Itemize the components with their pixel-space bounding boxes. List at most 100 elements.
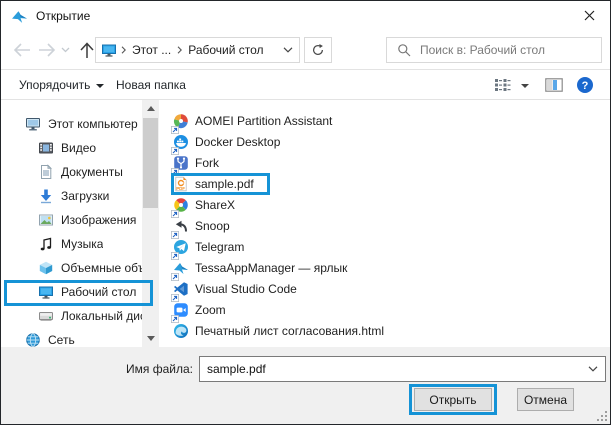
shortcut-arrow-icon xyxy=(171,249,179,257)
scrollbar-thumb[interactable] xyxy=(143,118,158,208)
sidebar-item-локальный-диск[interactable]: Локальный диск xyxy=(1,304,142,328)
title-bar: Открытие xyxy=(1,1,610,31)
chevron-down-icon[interactable] xyxy=(277,47,299,53)
shortcut-arrow-icon xyxy=(171,291,179,299)
file-item-tessaappmanager-ярлык[interactable]: TessaAppManager — ярлык xyxy=(171,257,353,278)
open-button[interactable]: Открыть xyxy=(414,388,492,411)
sidebar-item-изображения[interactable]: Изображения xyxy=(1,208,142,232)
documents-icon xyxy=(38,164,54,180)
chevron-down-icon[interactable] xyxy=(514,70,530,99)
sidebar-item-загрузки[interactable]: Загрузки xyxy=(1,184,142,208)
organize-label: Упорядочить xyxy=(19,78,90,92)
sidebar-item-label: Сеть xyxy=(48,333,75,347)
chevron-down-icon[interactable] xyxy=(581,366,605,372)
pictures-icon xyxy=(38,212,54,228)
sharex-icon xyxy=(173,197,189,213)
aomei-icon xyxy=(173,113,189,129)
arrow-up-icon[interactable] xyxy=(77,40,97,60)
file-item-telegram[interactable]: Telegram xyxy=(171,236,250,257)
file-item-snoop[interactable]: Snoop xyxy=(171,215,236,236)
search-input[interactable] xyxy=(420,43,601,57)
help-icon[interactable]: ? xyxy=(573,70,597,99)
file-item-печатный-лист-согласования-html[interactable]: Печатный лист согласования.html xyxy=(171,320,390,341)
sidebar-item-видео[interactable]: Видео xyxy=(1,136,142,160)
triangle-down-icon[interactable] xyxy=(142,330,159,347)
chevron-down-icon[interactable] xyxy=(59,40,71,60)
file-item-docker-desktop[interactable]: Docker Desktop xyxy=(171,131,286,152)
preview-pane-icon[interactable] xyxy=(542,70,566,99)
file-item-visual-studio-code[interactable]: Visual Studio Code xyxy=(171,278,303,299)
breadcrumb[interactable]: Этот ... Рабочий стол xyxy=(95,37,300,63)
sidebar-item-label: Объемные объекты xyxy=(61,261,142,275)
filename-input[interactable] xyxy=(200,362,581,376)
chevron-down-icon xyxy=(96,84,104,88)
sidebar-item-label: Видео xyxy=(61,141,96,155)
desktop-icon xyxy=(101,42,117,58)
shortcut-arrow-icon xyxy=(171,270,179,278)
window-title: Открытие xyxy=(36,9,90,23)
svg-text:?: ? xyxy=(582,80,589,92)
search-box xyxy=(386,37,602,63)
resize-grip[interactable] xyxy=(596,410,607,421)
breadcrumb-segment[interactable]: Рабочий стол xyxy=(186,42,265,58)
open-dialog-window: Открытие Этот ... Рабочий стол Упорядочи… xyxy=(0,0,611,425)
file-item-fork[interactable]: Fork xyxy=(171,152,225,173)
file-item-sample-pdf[interactable]: PDFsample.pdf xyxy=(171,173,260,194)
refresh-icon[interactable] xyxy=(304,37,332,63)
file-item-label: Visual Studio Code xyxy=(195,282,297,296)
file-item-label: Telegram xyxy=(195,240,244,254)
sidebar-item-label: Локальный диск xyxy=(61,309,142,323)
docker-icon xyxy=(173,134,189,150)
sidebar-item-этот-компьютер[interactable]: Этот компьютер xyxy=(1,112,142,136)
new-folder-button[interactable]: Новая папка xyxy=(116,70,186,99)
file-list: AOMEI Partition Assistant Docker Desktop F… xyxy=(159,100,610,347)
file-item-label: Печатный лист согласования.html xyxy=(195,324,384,338)
local-disk-icon xyxy=(38,308,54,324)
sidebar-item-label: Документы xyxy=(61,165,123,179)
sidebar-item-рабочий-стол[interactable]: Рабочий стол xyxy=(1,280,142,304)
triangle-up-icon[interactable] xyxy=(142,100,159,117)
fork-icon xyxy=(173,155,189,171)
file-item-sharex[interactable]: ShareX xyxy=(171,194,241,215)
file-item-label: sample.pdf xyxy=(195,177,254,191)
arrow-right-icon[interactable] xyxy=(37,40,57,60)
command-toolbar: Упорядочить Новая папка ? xyxy=(1,69,610,100)
arrow-left-icon[interactable] xyxy=(12,40,32,60)
downloads-icon xyxy=(38,188,54,204)
shortcut-arrow-icon xyxy=(171,165,179,173)
video-icon xyxy=(38,140,54,156)
breadcrumb-segment[interactable]: Этот ... xyxy=(130,42,173,58)
file-item-label: Docker Desktop xyxy=(195,135,280,149)
sidebar-scrollbar[interactable] xyxy=(142,100,159,347)
edge-icon xyxy=(173,323,189,339)
this-pc-icon xyxy=(25,116,41,132)
vscode-icon xyxy=(173,281,189,297)
search-icon xyxy=(397,43,411,57)
sidebar-item-документы[interactable]: Документы xyxy=(1,160,142,184)
sidebar-item-объемные-объекты[interactable]: Объемные объекты xyxy=(1,256,142,280)
chevron-right-icon xyxy=(121,46,126,54)
sidebar-item-музыка[interactable]: Музыка xyxy=(1,232,142,256)
file-item-label: TessaAppManager — ярлык xyxy=(195,261,347,275)
file-item-zoom[interactable]: Zoom xyxy=(171,299,232,320)
shortcut-arrow-icon xyxy=(171,207,179,215)
organize-button[interactable]: Упорядочить xyxy=(19,70,104,99)
shortcut-arrow-icon xyxy=(171,123,179,131)
network-icon xyxy=(25,332,41,347)
zoom-app-icon xyxy=(173,302,189,318)
file-item-label: Zoom xyxy=(195,303,226,317)
sidebar-item-label: Загрузки xyxy=(61,189,109,203)
sidebar-item-label: Музыка xyxy=(61,237,103,251)
close-icon[interactable] xyxy=(568,1,610,30)
tessa-bird-icon xyxy=(173,260,189,276)
sidebar-item-сеть[interactable]: Сеть xyxy=(1,328,142,347)
telegram-icon xyxy=(173,239,189,255)
filename-combobox xyxy=(199,356,606,382)
shortcut-arrow-icon xyxy=(171,228,179,236)
shortcut-arrow-icon xyxy=(171,144,179,152)
sidebar-item-label: Этот компьютер xyxy=(48,117,138,131)
navigation-pane: Этот компьютер Видео Документы Загрузки Изоб… xyxy=(1,100,142,347)
views-icon[interactable] xyxy=(490,70,514,99)
cancel-button[interactable]: Отмена xyxy=(517,388,574,411)
file-item-aomei-partition-assistant[interactable]: AOMEI Partition Assistant xyxy=(171,110,338,131)
